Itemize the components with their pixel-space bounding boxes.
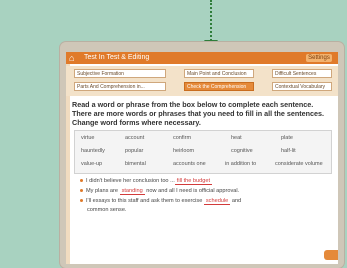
word-bank-item: in addition to	[225, 161, 257, 167]
toolbar: Subjective Formation Main Point and Conc…	[66, 66, 338, 96]
window-title: Test In Test & Editing	[84, 54, 150, 61]
word-bank-item: confirm	[173, 135, 192, 141]
word-bank-item: accounts one	[173, 161, 206, 167]
word-bank: virtue account confirm heat plate haunte…	[74, 130, 332, 174]
app-window: ⌂ Test In Test & Editing Settings Subjec…	[66, 52, 338, 264]
bullet-icon	[80, 189, 83, 193]
bullet-icon	[80, 179, 83, 183]
topic-select-6[interactable]: Contextual Vocabulary	[272, 82, 332, 91]
topic-select-5-active[interactable]: Check the Comprehension	[184, 82, 254, 91]
word-bank-item: cognitive	[231, 148, 253, 154]
home-icon[interactable]: ⌂	[69, 53, 79, 63]
answer-blank[interactable]: schedule	[203, 198, 231, 205]
answer-blank[interactable]: standing	[119, 188, 145, 195]
topic-select-2[interactable]: Main Point and Conclusion	[184, 69, 254, 78]
word-bank-item: value-up	[81, 161, 103, 167]
topic-select-4[interactable]: Parts And Comprehension in...	[74, 82, 166, 91]
question-row: I didn't believe her conclusion too ... f…	[80, 177, 213, 185]
word-bank-item: heirloom	[173, 148, 195, 154]
title-bar: ⌂ Test In Test & Editing Settings	[66, 52, 338, 64]
pointer-dotted-line	[210, 0, 212, 44]
question-continuation: common sense.	[87, 207, 127, 213]
answer-blank[interactable]: fill the budget	[174, 178, 213, 185]
question-row: My plans are standing now and all I need…	[80, 187, 239, 195]
topic-select-3[interactable]: Difficult Sentences	[272, 69, 332, 78]
word-bank-item: half-lit	[281, 148, 296, 154]
word-bank-item: bimental	[125, 161, 146, 167]
exercise-content: Read a word or phrase from the box below…	[72, 100, 334, 127]
word-bank-item: plate	[281, 135, 293, 141]
word-bank-item: heat	[231, 135, 242, 141]
bullet-icon	[80, 199, 83, 203]
question-row: I'll essays to this staff and ask them t…	[80, 197, 241, 205]
word-bank-item: considerate volume	[275, 161, 323, 167]
word-bank-item: hauntedly	[81, 148, 105, 154]
next-button[interactable]	[324, 250, 338, 260]
topic-select-1[interactable]: Subjective Formation	[74, 69, 166, 78]
word-bank-item: account	[125, 135, 145, 141]
settings-button[interactable]: Settings	[306, 54, 332, 62]
word-bank-item: virtue	[81, 135, 95, 141]
word-bank-item: popular	[125, 148, 144, 154]
instructions-text: Read a word or phrase from the box below…	[72, 100, 325, 127]
